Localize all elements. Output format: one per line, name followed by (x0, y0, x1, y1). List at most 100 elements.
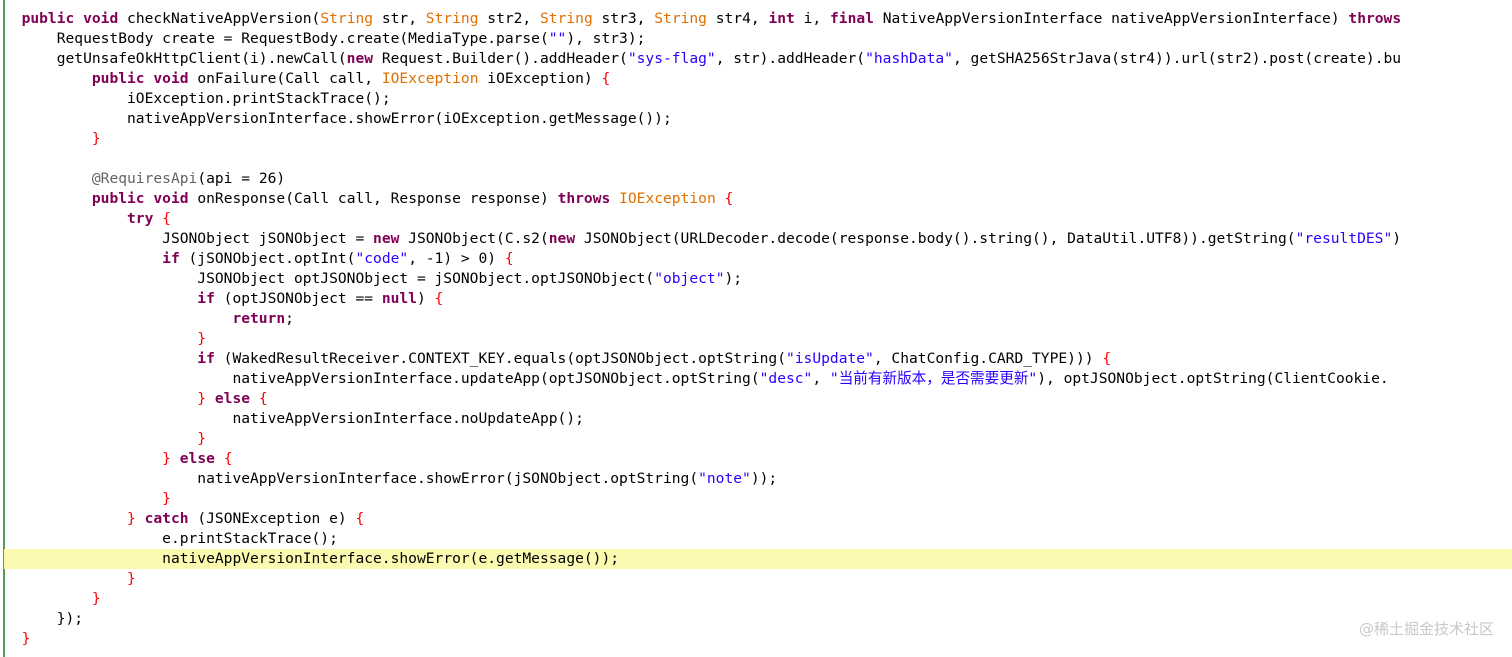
code-token-plain: nativeAppVersionInterface.noUpdateApp(); (232, 410, 584, 427)
code-token-plain: ), optJSONObject.optString(ClientCookie. (1037, 370, 1389, 387)
code-editor[interactable]: public void checkNativeAppVersion(String… (0, 0, 1512, 657)
code-token-bracket: { (601, 70, 611, 87)
code-line[interactable]: public void checkNativeAppVersion(String… (4, 9, 1512, 29)
code-token-bracket: { (162, 210, 171, 227)
code-token-ex: String (425, 10, 479, 27)
code-token-kw: new (346, 50, 374, 67)
code-token-plain: (jSONObject.optInt( (179, 250, 356, 267)
code-line[interactable]: public void onResponse(Call call, Respon… (4, 189, 1512, 209)
code-token-plain: nativeAppVersionInterface.showError(iOEx… (127, 110, 672, 127)
code-line[interactable]: nativeAppVersionInterface.showError(iOEx… (4, 109, 1512, 129)
code-line[interactable]: } (4, 629, 1512, 649)
code-token-ex: String (654, 10, 707, 27)
code-line[interactable]: } else { (4, 389, 1512, 409)
code-token-plain: RequestBody create = RequestBody.create(… (56, 30, 549, 47)
code-token-plain: ); (724, 270, 743, 287)
code-token-plain: iOException.printStackTrace(); (127, 90, 391, 107)
code-token-plain: Request.Builder().addHeader( (373, 50, 628, 67)
code-line[interactable] (4, 149, 1512, 169)
code-line[interactable]: nativeAppVersionInterface.showError(jSON… (4, 469, 1512, 489)
code-token-plain: str4, (706, 10, 769, 27)
code-line[interactable]: } (4, 569, 1512, 589)
code-token-bracket: { (1102, 350, 1112, 367)
code-token-plain: , getSHA256StrJava(str4)).url(str2).post… (952, 50, 1402, 67)
code-token-kw: final (830, 10, 874, 27)
code-line[interactable]: } (4, 429, 1512, 449)
code-line[interactable]: JSONObject optJSONObject = jSONObject.op… (4, 269, 1512, 289)
code-token-bracket: { (355, 510, 365, 527)
code-line[interactable]: } (4, 129, 1512, 149)
code-token-ex: IOException (381, 70, 479, 87)
code-token-kw: else (214, 390, 251, 407)
code-token-str: "hashData" (865, 50, 953, 67)
code-line[interactable]: if (jSONObject.optInt("code", -1) > 0) { (4, 249, 1512, 269)
code-token-plain: }); (56, 610, 84, 627)
code-token-kw: else (179, 450, 215, 467)
code-token-plain: , str).addHeader( (715, 50, 866, 67)
code-line[interactable]: getUnsafeOkHttpClient(i).newCall(new Req… (4, 49, 1512, 69)
code-line[interactable]: } (4, 489, 1512, 509)
code-token-plain: ) (416, 290, 435, 307)
code-token-bracket: { (434, 290, 444, 307)
code-line[interactable]: } else { (4, 449, 1512, 469)
code-line[interactable]: public void onFailure(Call call, IOExcep… (4, 69, 1512, 89)
code-token-bracket: } (127, 570, 136, 587)
code-token-kw: new (373, 230, 400, 247)
code-line[interactable]: if (WakedResultReceiver.CONTEXT_KEY.equa… (4, 349, 1512, 369)
code-token-kw: void (83, 10, 119, 27)
code-token-str: "desc" (759, 370, 813, 387)
code-line[interactable]: } (4, 589, 1512, 609)
code-token-kw: if (197, 350, 215, 367)
code-line[interactable]: JSONObject jSONObject = new JSONObject(C… (4, 229, 1512, 249)
code-line[interactable]: nativeAppVersionInterface.noUpdateApp(); (4, 409, 1512, 429)
code-line[interactable]: try { (4, 209, 1512, 229)
code-body[interactable]: public void checkNativeAppVersion(String… (4, 9, 1512, 649)
code-token-plain: )); (750, 470, 778, 487)
code-token-kw: void (153, 190, 189, 207)
code-token-kw: int (768, 10, 795, 27)
code-line[interactable]: } catch (JSONException e) { (4, 509, 1512, 529)
code-line-current[interactable]: nativeAppVersionInterface.showError(e.ge… (4, 549, 1512, 569)
code-line[interactable]: @RequiresApi(api = 26) (4, 169, 1512, 189)
code-line[interactable]: nativeAppVersionInterface.updateApp(optJ… (4, 369, 1512, 389)
code-line[interactable]: iOException.printStackTrace(); (4, 89, 1512, 109)
code-line[interactable]: e.printStackTrace(); (4, 529, 1512, 549)
code-token-kw: throws (557, 190, 611, 207)
code-token-bracket: } (91, 590, 101, 607)
code-token-plain: onResponse(Call call, Response response) (188, 190, 558, 207)
code-line[interactable]: } (4, 329, 1512, 349)
code-line[interactable]: }); (4, 609, 1512, 629)
code-token-kw: if (197, 290, 215, 307)
code-token-kw: void (153, 70, 189, 87)
watermark: @稀土掘金技术社区 (1358, 620, 1494, 638)
code-token-plain: (optJSONObject == (214, 290, 382, 307)
code-line[interactable]: if (optJSONObject == null) { (4, 289, 1512, 309)
code-token-plain: iOException) (478, 70, 602, 87)
code-token-plain: str2, (478, 10, 541, 27)
code-token-str: "code" (355, 250, 409, 267)
code-token-kw: throws (1348, 10, 1402, 27)
code-token-plain: nativeAppVersionInterface.showError(jSON… (197, 470, 699, 487)
code-line[interactable]: RequestBody create = RequestBody.create(… (4, 29, 1512, 49)
code-token-plain: nativeAppVersionInterface.updateApp(optJ… (232, 370, 760, 387)
code-token-plain: onFailure(Call call, (188, 70, 382, 87)
code-token-plain: ), str3); (566, 30, 646, 47)
code-line[interactable]: return; (4, 309, 1512, 329)
code-token-bracket: } (21, 630, 31, 647)
